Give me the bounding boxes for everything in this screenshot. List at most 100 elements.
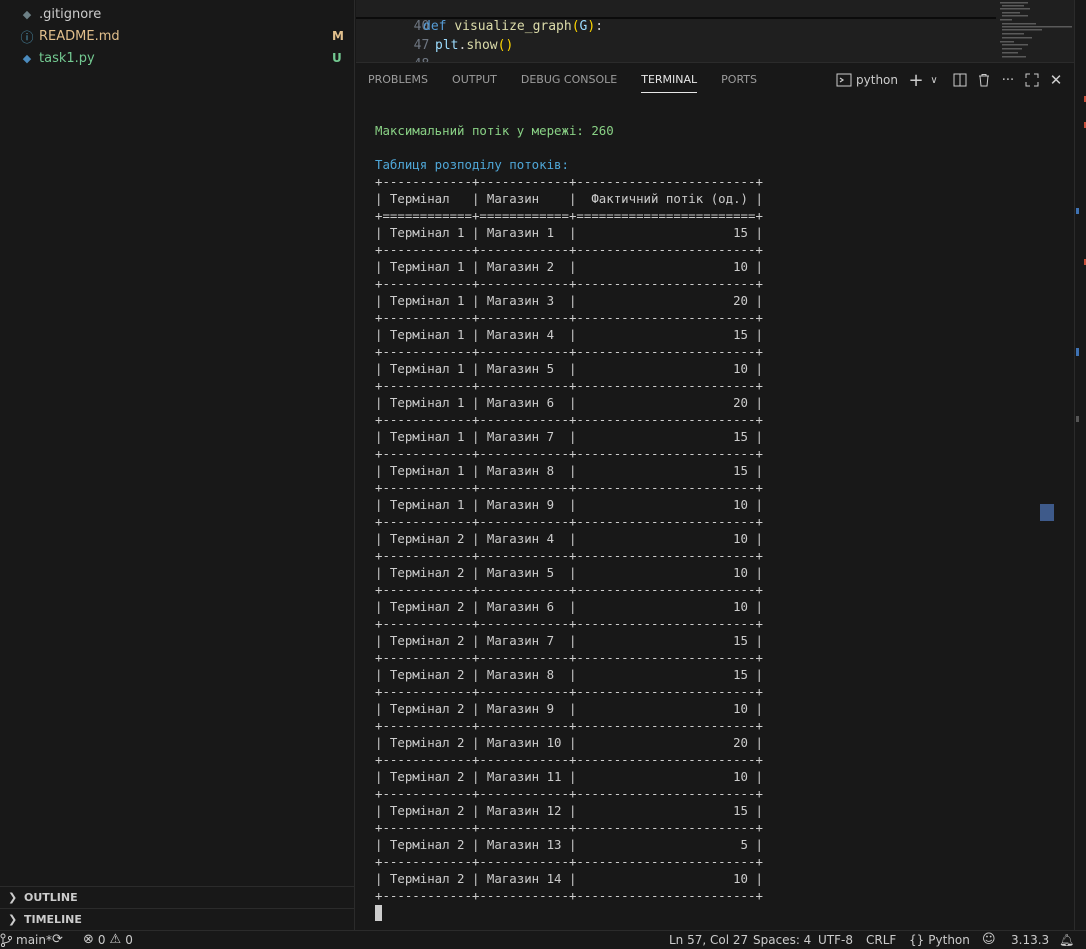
branch-name: main* bbox=[16, 933, 52, 947]
code-line: 48 bbox=[356, 36, 986, 62]
table-row: | Термінал 2 | Магазин 9 | 10 | bbox=[375, 701, 763, 716]
close-panel-button[interactable]: ✕ bbox=[1044, 69, 1068, 91]
max-flow-line: Максимальний потік у мережі: 260 bbox=[375, 123, 614, 138]
minimap[interactable] bbox=[994, 0, 1074, 62]
table-border: +------------+------------+-------------… bbox=[375, 786, 763, 801]
overview-ruler[interactable] bbox=[1074, 0, 1086, 930]
warning-icon: ⚠ bbox=[109, 932, 122, 947]
maximize-icon bbox=[1025, 73, 1039, 87]
outline-section-header[interactable]: ❯ OUTLINE bbox=[0, 886, 354, 908]
language-name: Python bbox=[928, 933, 970, 947]
indentation[interactable]: Spaces: 4 bbox=[753, 931, 811, 949]
table-border: +------------+------------+-------------… bbox=[375, 310, 763, 325]
git-status-badge: M bbox=[332, 29, 344, 43]
branch-indicator[interactable]: main* bbox=[0, 931, 52, 949]
encoding[interactable]: UTF-8 bbox=[818, 931, 853, 949]
bottom-panel: PROBLEMS OUTPUT DEBUG CONSOLE TERMINAL P… bbox=[356, 62, 1074, 931]
tab-terminal[interactable]: TERMINAL bbox=[629, 63, 709, 97]
table-row: | Термінал 2 | Магазин 5 | 10 | bbox=[375, 565, 763, 580]
gitignore-icon: ◆ bbox=[22, 7, 32, 21]
trash-icon bbox=[979, 74, 989, 87]
bell-icon: 🔔︎ bbox=[1059, 933, 1075, 947]
file-name: task1.py bbox=[39, 50, 95, 66]
table-border: +------------+------------+-------------… bbox=[375, 174, 763, 189]
file-item-gitignore[interactable]: ◆ .gitignore bbox=[0, 3, 354, 25]
table-row: | Термінал 1 | Магазин 6 | 20 | bbox=[375, 395, 763, 410]
language-mode[interactable]: {} Python bbox=[909, 931, 970, 949]
chevron-right-icon: ❯ bbox=[8, 891, 18, 904]
sync-icon: ⟳ bbox=[52, 932, 63, 947]
kill-terminal-button[interactable] bbox=[972, 69, 996, 91]
table-border: +------------+------------+-------------… bbox=[375, 412, 763, 427]
table-border: +------------+------------+-------------… bbox=[375, 548, 763, 563]
maximize-panel-button[interactable] bbox=[1020, 69, 1044, 91]
table-header: | Термінал | Магазин | Фактичний потік (… bbox=[375, 191, 763, 206]
table-row: | Термінал 1 | Магазин 4 | 15 | bbox=[375, 327, 763, 342]
table-border: +------------+------------+-------------… bbox=[375, 854, 763, 869]
table-row: | Термінал 2 | Магазин 8 | 15 | bbox=[375, 667, 763, 682]
table-row: | Термінал 2 | Магазин 4 | 10 | bbox=[375, 531, 763, 546]
more-actions-button[interactable]: ··· bbox=[996, 69, 1020, 91]
code-line: 40 def visualize_graph(G): bbox=[356, 0, 986, 34]
table-row: | Термінал 2 | Магазин 14 | 10 | bbox=[375, 871, 763, 886]
table-border: +============+============+=============… bbox=[375, 208, 763, 223]
split-terminal-button[interactable] bbox=[948, 69, 972, 91]
chevron-right-icon: ❯ bbox=[8, 913, 18, 926]
table-caption: Таблиця розподілу потоків: bbox=[375, 157, 569, 172]
terminal-selector[interactable]: python bbox=[830, 69, 904, 91]
table-row: | Термінал 2 | Магазин 11 | 10 | bbox=[375, 769, 763, 784]
table-border: +------------+------------+-------------… bbox=[375, 820, 763, 835]
status-bar: main* ⟳ ⊗ 0 ⚠ 0 Ln 57, Col 27 Spaces: 4 … bbox=[0, 930, 1086, 948]
table-border: +------------+------------+-------------… bbox=[375, 446, 763, 461]
table-border: +------------+------------+-------------… bbox=[375, 718, 763, 733]
file-item-task1[interactable]: ◆ task1.py U bbox=[0, 47, 354, 69]
table-border: +------------+------------+-------------… bbox=[375, 684, 763, 699]
braces-icon: {} bbox=[909, 933, 925, 947]
table-border: +------------+------------+-------------… bbox=[375, 650, 763, 665]
table-row: | Термінал 2 | Магазин 13 | 5 | bbox=[375, 837, 763, 852]
chevron-down-icon[interactable]: ∨ bbox=[928, 69, 940, 91]
minimap-preview bbox=[1000, 2, 1072, 58]
notifications-button[interactable]: 🔔︎ bbox=[1059, 931, 1074, 949]
table-border: +------------+------------+-------------… bbox=[375, 888, 763, 903]
table-border: +------------+------------+-------------… bbox=[375, 514, 763, 529]
section-title: OUTLINE bbox=[24, 891, 78, 904]
terminal-prompt[interactable] bbox=[375, 905, 1065, 922]
terminal-scroll-thumb[interactable] bbox=[1040, 504, 1054, 521]
terminal-icon bbox=[836, 73, 852, 87]
table-row: | Термінал 2 | Магазин 10 | 20 | bbox=[375, 735, 763, 750]
sync-button[interactable]: ⟳ bbox=[52, 931, 63, 949]
tab-debug-console[interactable]: DEBUG CONSOLE bbox=[509, 63, 629, 97]
change-marker bbox=[1076, 416, 1079, 422]
section-title: TIMELINE bbox=[24, 913, 82, 926]
table-border: +------------+------------+-------------… bbox=[375, 582, 763, 597]
tab-output[interactable]: OUTPUT bbox=[440, 63, 509, 97]
git-branch-icon bbox=[0, 933, 12, 947]
table-border: +------------+------------+-------------… bbox=[375, 378, 763, 393]
tab-problems[interactable]: PROBLEMS bbox=[356, 63, 440, 97]
cursor-position[interactable]: Ln 57, Col 27 bbox=[669, 931, 748, 949]
split-icon bbox=[953, 73, 967, 87]
timeline-section-header[interactable]: ❯ TIMELINE bbox=[0, 908, 354, 930]
code-line: 47 plt.show() bbox=[356, 17, 986, 53]
terminal-output[interactable]: Максимальний потік у мережі: 260 Таблиця … bbox=[375, 105, 1065, 922]
copilot-icon: ☺ bbox=[982, 932, 996, 947]
table-row: | Термінал 1 | Магазин 7 | 15 | bbox=[375, 429, 763, 444]
table-row: | Термінал 2 | Магазин 7 | 15 | bbox=[375, 633, 763, 648]
table-row: | Термінал 1 | Магазин 5 | 10 | bbox=[375, 361, 763, 376]
python-interpreter[interactable]: 3.13.3 bbox=[1011, 931, 1049, 949]
line-number: 48 bbox=[387, 55, 430, 62]
code-editor[interactable]: 40def visualize_graph(G): 47plt.show() 4… bbox=[356, 0, 1074, 62]
file-item-readme[interactable]: ⓘ README.md M bbox=[0, 25, 354, 47]
table-row: | Термінал 2 | Магазин 12 | 15 | bbox=[375, 803, 763, 818]
problems-indicator[interactable]: ⊗ 0 ⚠ 0 bbox=[83, 931, 133, 949]
tab-ports[interactable]: PORTS bbox=[709, 63, 769, 97]
explorer-sidebar: ◆ .gitignore ⓘ README.md M ◆ task1.py U … bbox=[0, 0, 355, 930]
file-name: .gitignore bbox=[39, 6, 102, 22]
line-endings[interactable]: CRLF bbox=[866, 931, 896, 949]
table-border: +------------+------------+-------------… bbox=[375, 480, 763, 495]
copilot-status[interactable]: ☺ bbox=[982, 931, 996, 949]
new-terminal-button[interactable]: + bbox=[904, 69, 928, 91]
table-row: | Термінал 1 | Магазин 8 | 15 | bbox=[375, 463, 763, 478]
